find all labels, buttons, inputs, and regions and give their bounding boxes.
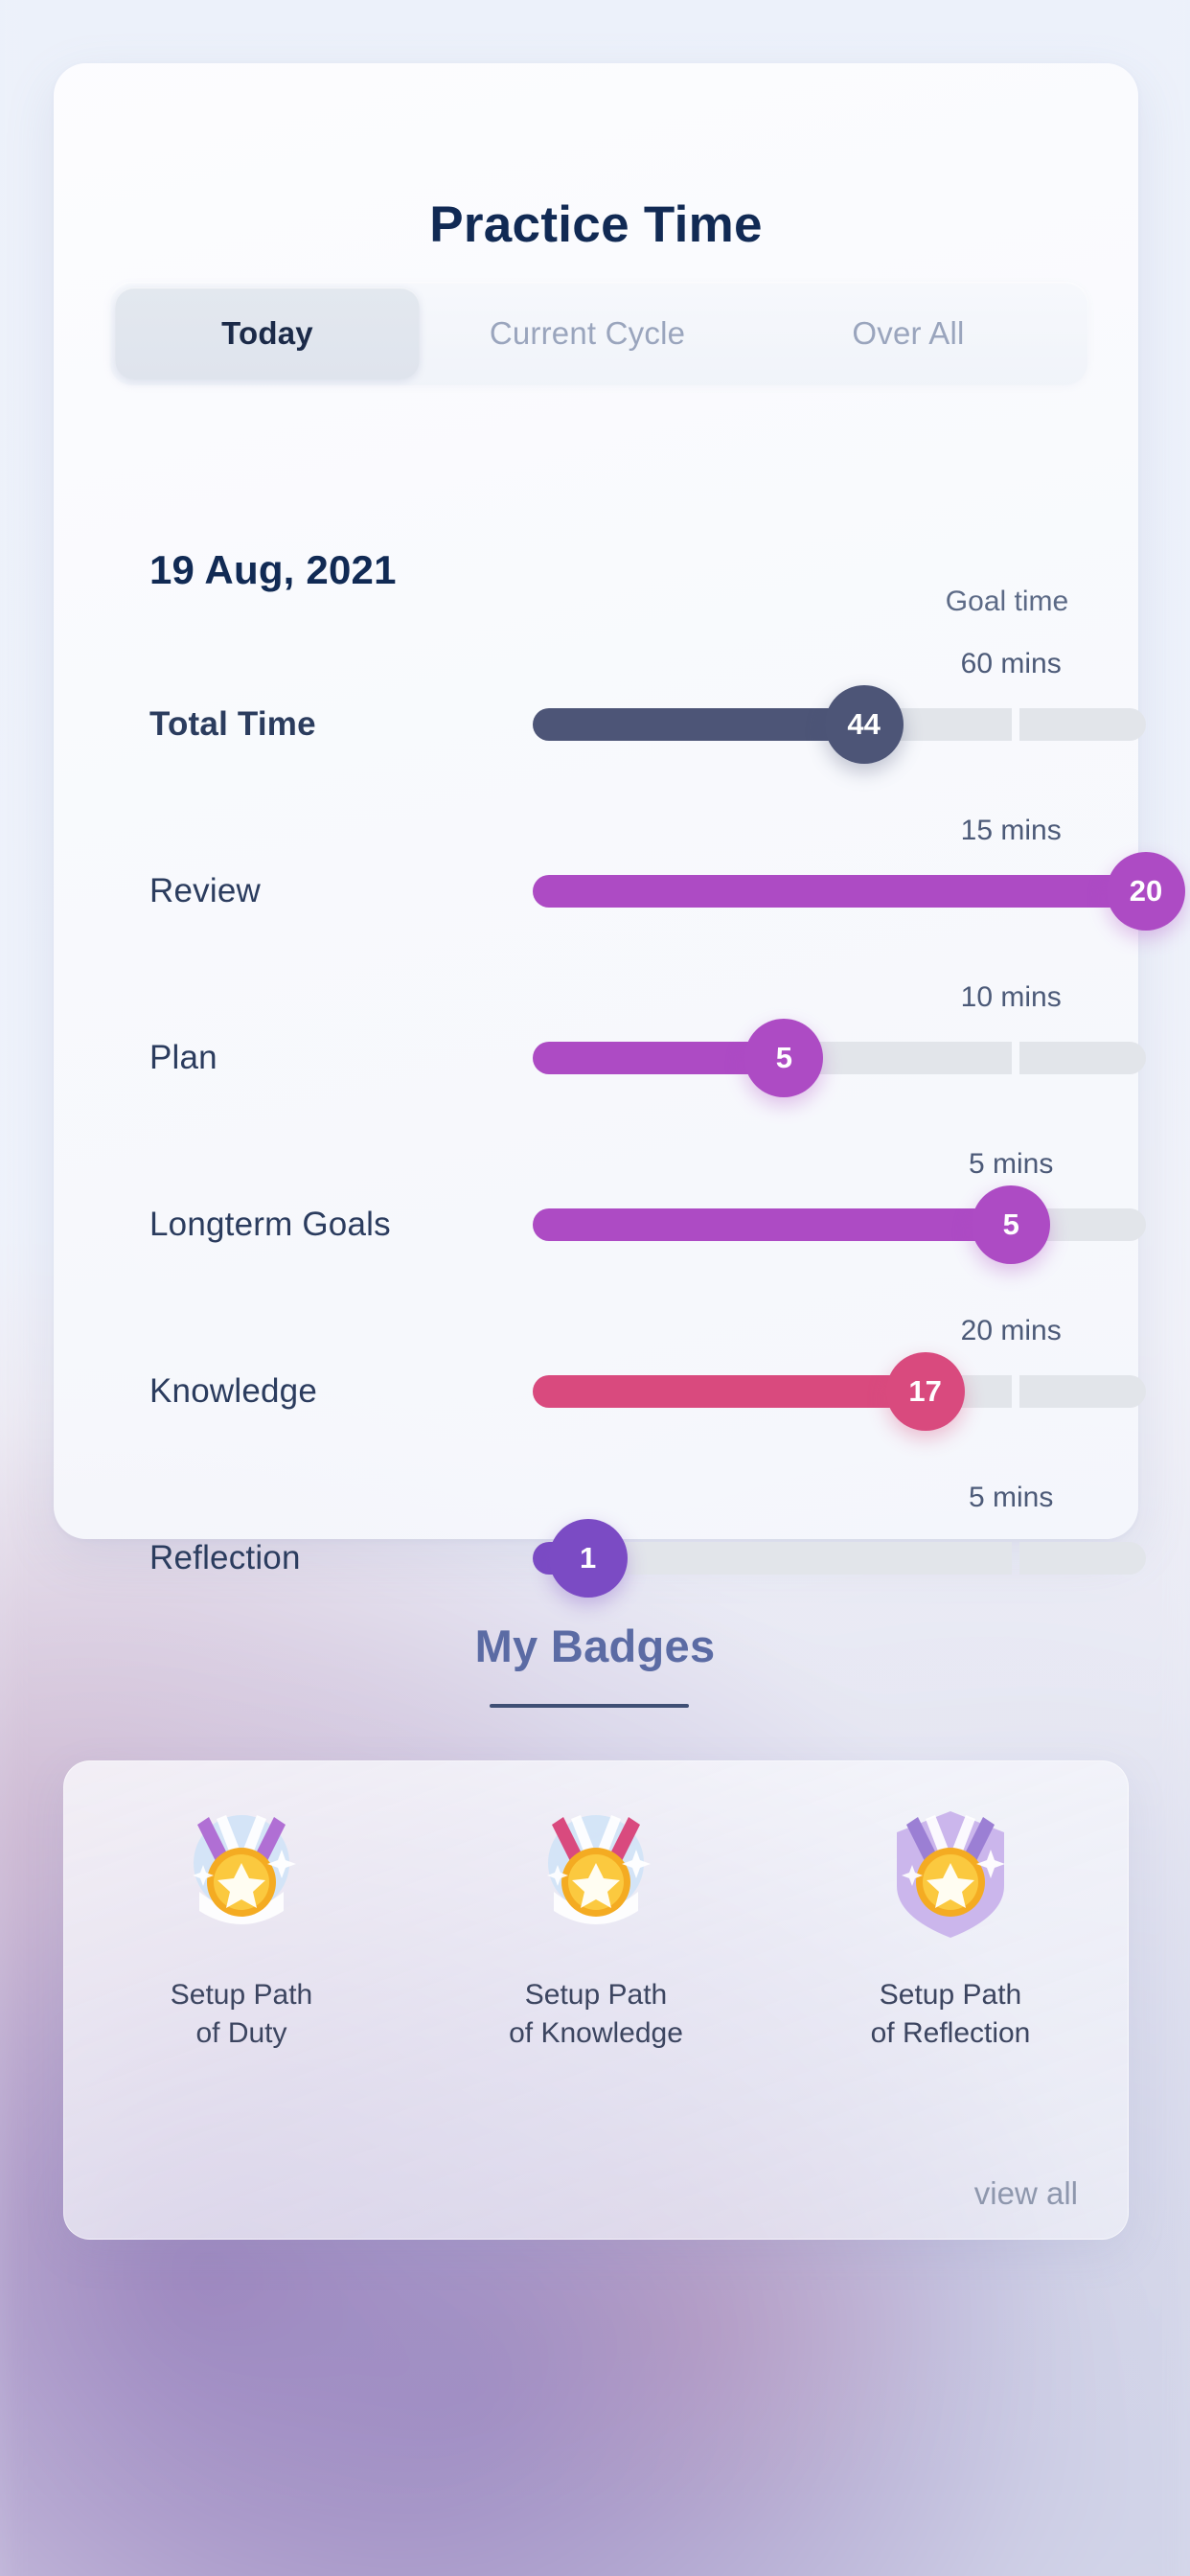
page-title: Practice Time: [429, 196, 763, 253]
badge-item[interactable]: Setup Path of Reflection: [807, 1804, 1094, 2052]
practice-slider[interactable]: 5: [533, 1019, 1146, 1097]
practice-row: Total Time 60 mins 44: [54, 648, 1146, 792]
badges-heading-underline: [490, 1704, 689, 1708]
practice-row-label: Review: [149, 872, 261, 909]
slider-track-segment: [1019, 1375, 1146, 1408]
badge-caption: Setup Path of Knowledge: [509, 1979, 683, 2049]
practice-row: Plan 10 mins 5: [54, 981, 1146, 1125]
slider-thumb[interactable]: 17: [885, 1352, 965, 1431]
goal-minutes-label: 10 mins: [960, 981, 1062, 1013]
badges-heading: My Badges: [474, 1621, 716, 1671]
slider-thumb[interactable]: 5: [972, 1185, 1051, 1264]
practice-row: Review 15 mins 20: [54, 815, 1185, 958]
practice-slider[interactable]: 20: [533, 852, 1185, 931]
period-tab-bar: Today Current Cycle Over All: [109, 282, 1088, 385]
practice-slider[interactable]: 44: [533, 685, 1146, 764]
practice-row-label: Reflection: [149, 1539, 301, 1576]
badge-caption: Setup Path of Duty: [170, 1979, 313, 2049]
goal-minutes-label: 5 mins: [969, 1148, 1054, 1180]
badges-list: Setup Path of Duty Setup Path of Knowledg…: [64, 1804, 1128, 2052]
page-root: Practice Time Today Current Cycle Over A…: [0, 0, 1190, 2576]
slider-thumb[interactable]: 44: [824, 685, 904, 764]
goal-minutes-label: 15 mins: [960, 815, 1062, 846]
slider-fill: [533, 875, 1146, 908]
tab-current-cycle[interactable]: Current Cycle: [420, 288, 755, 380]
badge-caption: Setup Path of Reflection: [870, 1979, 1031, 2049]
tab-today[interactable]: Today: [115, 288, 420, 380]
slider-track-segment: [1019, 708, 1146, 741]
view-all-link[interactable]: view all: [974, 2175, 1078, 2212]
slider-fill: [533, 708, 864, 741]
practice-row: Reflection 5 mins 1: [54, 1482, 1146, 1625]
goal-minutes-label: 60 mins: [960, 648, 1062, 679]
shield-medal-badge-icon: [874, 1804, 1027, 1947]
practice-slider[interactable]: 17: [533, 1352, 1146, 1431]
practice-slider[interactable]: 5: [533, 1185, 1146, 1264]
practice-row-label: Total Time: [149, 705, 316, 743]
selected-date: 19 Aug, 2021: [149, 547, 397, 592]
practice-time-card: Practice Time Today Current Cycle Over A…: [54, 63, 1185, 1598]
practice-row-label: Longterm Goals: [149, 1206, 391, 1243]
slider-thumb[interactable]: 20: [1107, 852, 1185, 931]
badges-card: Setup Path of Duty Setup Path of Knowledg…: [63, 1760, 1129, 2240]
medal-badge-icon: [165, 1804, 318, 1947]
slider-fill: [533, 1375, 926, 1408]
practice-row-label: Knowledge: [149, 1372, 317, 1410]
practice-slider[interactable]: 1: [533, 1519, 1146, 1598]
badge-item[interactable]: Setup Path of Knowledge: [452, 1804, 740, 2052]
slider-fill: [533, 1208, 1012, 1241]
slider-track-segment: [1019, 1542, 1146, 1575]
medal-badge-icon: [519, 1804, 673, 1947]
goal-minutes-label: 5 mins: [969, 1482, 1054, 1513]
practice-row: Knowledge 20 mins 17: [54, 1315, 1146, 1459]
slider-track-segment: [1019, 1042, 1146, 1074]
slider-thumb[interactable]: 5: [744, 1019, 824, 1097]
goal-minutes-label: 20 mins: [960, 1315, 1062, 1346]
goal-time-header: Goal time: [945, 586, 1069, 617]
practice-row-label: Plan: [149, 1039, 217, 1076]
tab-over-all[interactable]: Over All: [755, 288, 1062, 380]
badge-item[interactable]: Setup Path of Duty: [98, 1804, 385, 2052]
slider-thumb[interactable]: 1: [548, 1519, 628, 1598]
practice-row: Longterm Goals 5 mins 5: [54, 1148, 1146, 1292]
